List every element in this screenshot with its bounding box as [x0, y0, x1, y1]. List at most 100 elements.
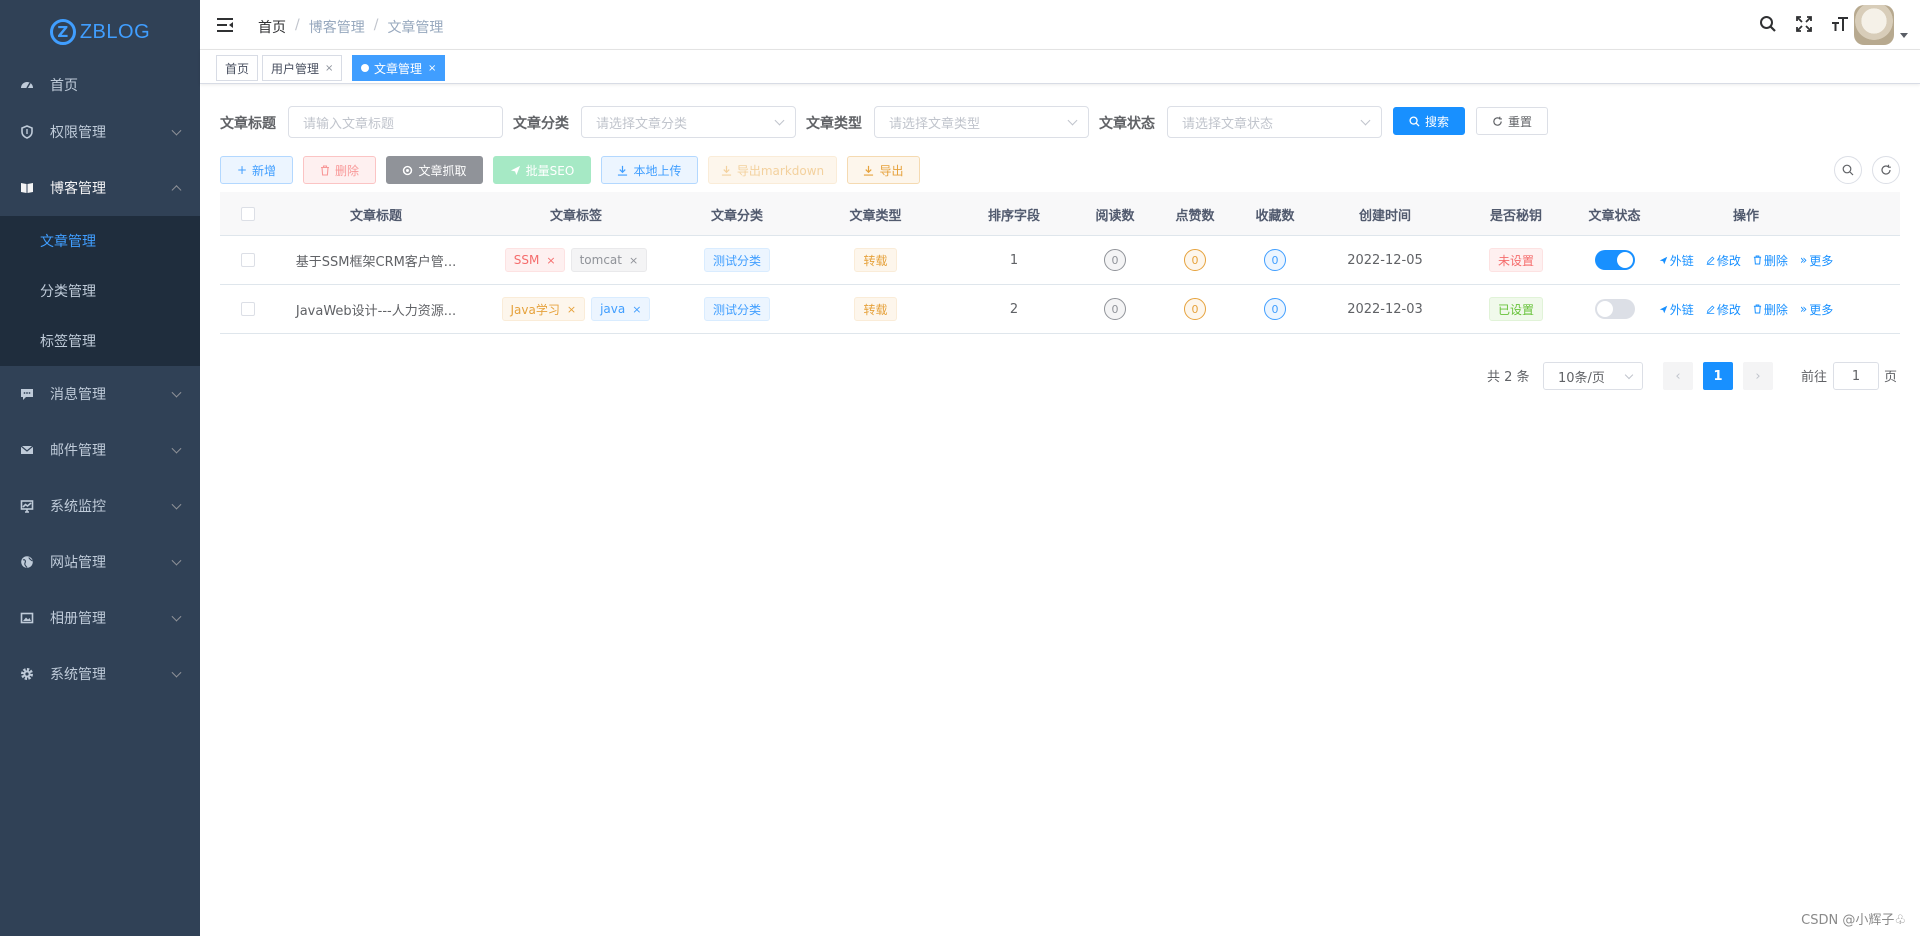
fullscreen-icon[interactable] — [1794, 14, 1814, 34]
tab-user-management[interactable]: 用户管理 × — [262, 55, 343, 81]
search-button-label: 搜索 — [1424, 114, 1449, 129]
row-actions: 外链 修改 删除 » 更多 — [1652, 285, 1840, 333]
sidebar-item-album[interactable]: 相册管理 — [0, 590, 200, 646]
header-select-all[interactable] — [220, 192, 276, 236]
close-icon[interactable]: × — [428, 63, 436, 74]
type-select[interactable]: 请选择文章类型 — [874, 106, 1089, 138]
chevron-down-icon — [774, 115, 785, 126]
export-button[interactable]: 导出 — [847, 156, 920, 184]
row-select[interactable] — [220, 236, 276, 284]
caret-down-icon[interactable] — [1900, 33, 1908, 38]
goto-page-input[interactable]: 1 — [1833, 362, 1879, 390]
select-all-checkbox[interactable] — [241, 207, 255, 221]
sort-value: 1 — [1009, 252, 1019, 268]
more-action[interactable]: » 更多 — [1800, 252, 1833, 269]
status-switch[interactable] — [1594, 250, 1635, 270]
search-button[interactable]: 搜索 — [1393, 107, 1465, 135]
article-type: 转载 — [798, 236, 953, 284]
delete-action[interactable]: 删除 — [1753, 301, 1788, 318]
close-icon[interactable]: × — [567, 303, 576, 316]
article-title: JavaWeb设计---人力资源... — [295, 303, 457, 319]
sidebar-item-label: 邮件管理 — [50, 443, 106, 459]
seo-button[interactable]: 批量SEO — [493, 156, 591, 184]
chevron-down-icon — [171, 499, 182, 510]
delete-button-label: 删除 — [334, 163, 359, 178]
chevron-down-icon — [171, 125, 182, 136]
category-select[interactable]: 请选择文章分类 — [581, 106, 796, 138]
row-checkbox[interactable] — [241, 302, 255, 316]
sidebar-item-messages[interactable]: 消息管理 — [0, 366, 200, 422]
search-icon[interactable] — [1758, 14, 1778, 34]
sidebar-item-blog[interactable]: 博客管理 — [0, 160, 200, 216]
table-row[interactable]: JavaWeb设计---人力资源... Java学习 × java × 测试分类 转… — [220, 285, 1900, 334]
more-action[interactable]: » 更多 — [1800, 301, 1833, 318]
add-button[interactable]: + 新增 — [220, 156, 293, 184]
delete-button[interactable]: 删除 — [303, 156, 376, 184]
logo[interactable]: Z ZBLOG — [0, 0, 200, 64]
status-switch[interactable] — [1594, 299, 1635, 319]
sidebar-item-mail[interactable]: 邮件管理 — [0, 422, 200, 478]
reset-button[interactable]: 重置 — [1476, 107, 1548, 135]
dashboard-icon — [20, 78, 34, 92]
type-label: 文章类型 — [806, 116, 862, 132]
breadcrumb-separator: / — [295, 17, 300, 33]
page-size-select[interactable]: 10条/页 — [1543, 362, 1643, 390]
sidebar-item-permission[interactable]: 权限管理 — [0, 104, 200, 160]
sidebar-item-categories[interactable]: 分类管理 — [0, 266, 200, 316]
send-icon — [1659, 256, 1668, 264]
close-icon[interactable]: × — [632, 303, 641, 316]
chevron-down-icon — [1067, 115, 1078, 126]
edit-action[interactable]: 修改 — [1706, 301, 1741, 318]
blog-submenu: 文章管理 分类管理 标签管理 — [0, 216, 200, 366]
upload-button[interactable]: 本地上传 — [601, 156, 698, 184]
chevron-down-icon — [1624, 370, 1634, 380]
delete-action[interactable]: 删除 — [1753, 252, 1788, 269]
breadcrumb-separator: / — [373, 17, 379, 33]
status-select[interactable]: 请选择文章状态 — [1167, 106, 1382, 138]
export-markdown-label: 导出markdown — [736, 163, 825, 178]
sidebar-item-system[interactable]: 系统管理 — [0, 646, 200, 702]
crawl-button[interactable]: 文章抓取 — [386, 156, 483, 184]
row-checkbox[interactable] — [241, 253, 255, 267]
breadcrumb-home[interactable]: 首页 — [258, 17, 286, 37]
tags-view: 首页 用户管理 × 文章管理 × — [200, 50, 1920, 84]
table-row[interactable]: 基于SSM框架CRM客户管... SSM × tomcat × 测试分类 转载 1 … — [220, 236, 1900, 285]
font-size-icon[interactable] — [1830, 14, 1850, 34]
sidebar-item-website[interactable]: 网站管理 — [0, 534, 200, 590]
avatar[interactable] — [1854, 5, 1894, 45]
column-header: 是否秘钥 — [1489, 208, 1542, 224]
created-time: 2022-12-05 — [1347, 252, 1423, 268]
prev-page-button[interactable]: ‹ — [1663, 362, 1693, 390]
close-icon[interactable]: × — [629, 254, 638, 267]
sidebar-item-articles[interactable]: 文章管理 — [0, 216, 200, 266]
link-action[interactable]: 外链 — [1659, 252, 1694, 269]
sidebar-item-monitor[interactable]: 系统监控 — [0, 478, 200, 534]
hamburger-icon[interactable] — [216, 16, 234, 34]
refresh-button[interactable] — [1872, 156, 1900, 184]
read-badge: 0 — [1104, 249, 1126, 271]
page-number[interactable]: 1 — [1703, 362, 1733, 390]
page-suffix: 页 — [1884, 370, 1898, 385]
tab-home[interactable]: 首页 — [216, 55, 259, 81]
tag-name: Java学习 — [510, 302, 560, 317]
edit-action[interactable]: 修改 — [1706, 252, 1741, 269]
tag-chip: SSM × — [504, 248, 565, 272]
sidebar-item-tags[interactable]: 标签管理 — [0, 316, 200, 366]
column-header: 文章分类 — [710, 208, 763, 224]
row-select[interactable] — [220, 285, 276, 333]
secret-status: 未设置 — [1455, 236, 1577, 284]
export-markdown-button[interactable]: 导出markdown — [708, 156, 837, 184]
tab-article-management[interactable]: 文章管理 × — [352, 55, 446, 81]
tab-label: 用户管理 — [271, 61, 320, 76]
search-icon — [1409, 115, 1420, 127]
sidebar: Z ZBLOG 首页 权限管理 博客管理 文章管理 分类管理 标签管理 消息管理 — [0, 0, 200, 936]
close-icon[interactable]: × — [325, 63, 333, 74]
link-action[interactable]: 外链 — [1659, 301, 1694, 318]
sidebar-item-home[interactable]: 首页 — [0, 66, 200, 104]
next-page-button[interactable]: › — [1743, 362, 1773, 390]
toggle-search-button[interactable] — [1834, 156, 1862, 184]
switch-knob — [1596, 301, 1613, 317]
tab-label: 首页 — [225, 61, 250, 76]
title-input[interactable]: 请输入文章标题 — [288, 106, 503, 138]
close-icon[interactable]: × — [546, 254, 555, 267]
